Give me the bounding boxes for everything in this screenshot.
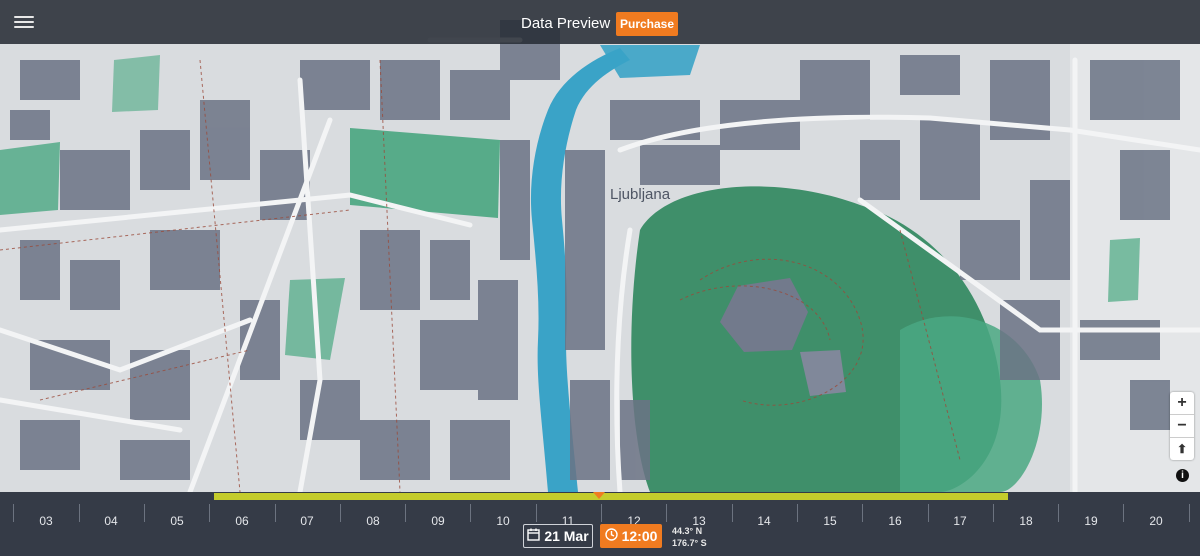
hour-label[interactable]: 04 (91, 514, 131, 528)
hour-label[interactable]: 08 (353, 514, 393, 528)
hour-label[interactable]: 16 (875, 514, 915, 528)
hour-divider (275, 504, 276, 522)
hour-divider (732, 504, 733, 522)
latitude-dir: N (695, 526, 703, 536)
top-bar: Data Preview Purchase (0, 0, 1200, 44)
hour-divider (144, 504, 145, 522)
zoom-in-button[interactable]: + (1170, 392, 1194, 415)
date-picker-button[interactable]: 21 Mar (523, 524, 593, 548)
latitude-value: 44.3° (672, 526, 694, 536)
hour-divider (470, 504, 471, 522)
hour-label[interactable]: 06 (222, 514, 262, 528)
hour-divider (536, 504, 537, 522)
time-range-bar[interactable] (214, 493, 1008, 500)
hour-divider (405, 504, 406, 522)
hour-divider (993, 504, 994, 522)
hour-label[interactable]: 07 (287, 514, 327, 528)
hour-label[interactable]: 20 (1136, 514, 1176, 528)
longitude-value: 176.7° (672, 538, 699, 548)
hour-label[interactable]: 18 (1006, 514, 1046, 528)
hour-label[interactable]: 17 (940, 514, 980, 528)
hour-divider (1123, 504, 1124, 522)
sun-coordinates: 44.3° N 176.7° S (672, 525, 707, 549)
hour-label[interactable]: 09 (418, 514, 458, 528)
city-label: Ljubljana (610, 186, 671, 203)
hour-divider (601, 504, 602, 522)
hamburger-menu-icon[interactable] (14, 14, 34, 30)
purchase-button[interactable]: Purchase (616, 12, 678, 36)
hour-divider (928, 504, 929, 522)
hour-divider (797, 504, 798, 522)
calendar-icon (527, 528, 541, 544)
hour-label[interactable]: 19 (1071, 514, 1111, 528)
hour-divider (340, 504, 341, 522)
date-value: 21 Mar (544, 528, 589, 544)
compass-icon[interactable]: ⬆ (1170, 438, 1194, 460)
hour-divider (79, 504, 80, 522)
hour-label[interactable]: 03 (26, 514, 66, 528)
hour-label[interactable]: 15 (810, 514, 850, 528)
hour-label[interactable]: 05 (157, 514, 197, 528)
zoom-control: + − ⬆ (1170, 392, 1194, 460)
hour-divider (862, 504, 863, 522)
info-icon[interactable]: i (1176, 469, 1189, 482)
time-value: 12:00 (621, 528, 658, 544)
zoom-out-button[interactable]: − (1170, 415, 1194, 438)
time-picker-button[interactable]: 12:00 (600, 524, 662, 548)
page-title: Data Preview (521, 15, 611, 32)
hour-divider (1189, 504, 1190, 522)
hour-divider (13, 504, 14, 522)
map-view[interactable]: Ljubljana (0, 0, 1200, 492)
hour-label[interactable]: 14 (744, 514, 784, 528)
hour-ticks: 03 04 05 06 07 08 09 10 11 12 13 14 15 16 17 18 19 20 (0, 500, 1200, 528)
longitude-dir: S (700, 538, 707, 548)
hour-divider (1058, 504, 1059, 522)
clock-icon (604, 528, 618, 544)
map-canvas[interactable] (0, 0, 1200, 492)
hour-divider (666, 504, 667, 522)
hour-divider (209, 504, 210, 522)
hour-label[interactable]: 10 (483, 514, 523, 528)
current-time-marker[interactable] (593, 492, 605, 499)
